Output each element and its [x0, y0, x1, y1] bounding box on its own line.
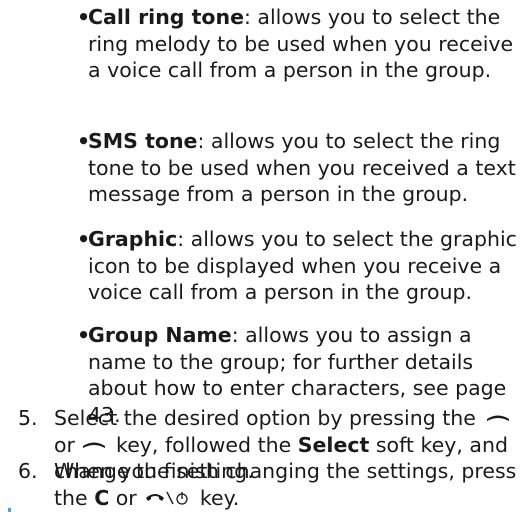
softkey-down-icon	[82, 442, 105, 448]
step-6: 6. When you finish changing the settings…	[18, 458, 528, 511]
corner-mark	[8, 508, 11, 512]
softkey-up-icon	[487, 415, 510, 421]
bullet-item-sms-tone: • SMS tone: allows you to select the rin…	[77, 128, 526, 208]
bullet-term: SMS tone	[88, 129, 198, 153]
bullet-term: Graphic	[88, 227, 178, 251]
bullet-term: Group Name	[88, 323, 232, 347]
step-text-part: or	[54, 432, 75, 457]
c-key-label: C	[94, 485, 110, 510]
step-number: 5.	[18, 406, 38, 430]
bullet-mark: •	[77, 5, 91, 29]
step-text: When you finish changing the settings, p…	[54, 458, 528, 511]
bullet-term: Call ring tone	[88, 5, 244, 29]
step-text-part: Select the desired option by pressing th…	[54, 406, 476, 430]
bullet-mark: •	[77, 129, 91, 153]
bullet-item-call-ring-tone: • Call ring tone: allows you to select t…	[77, 4, 526, 84]
step-text-part: key, followed the	[116, 432, 292, 457]
bullet-mark: •	[77, 227, 91, 251]
step-text-part: or	[115, 485, 137, 510]
step-number: 6.	[18, 459, 38, 483]
bullet-item-graphic: • Graphic: allows you to select the grap…	[77, 226, 526, 306]
bullet-mark: •	[77, 323, 91, 347]
end-power-key-icon	[146, 491, 188, 505]
select-softkey-label: Select	[297, 432, 370, 457]
step-text-part: key.	[199, 485, 240, 510]
